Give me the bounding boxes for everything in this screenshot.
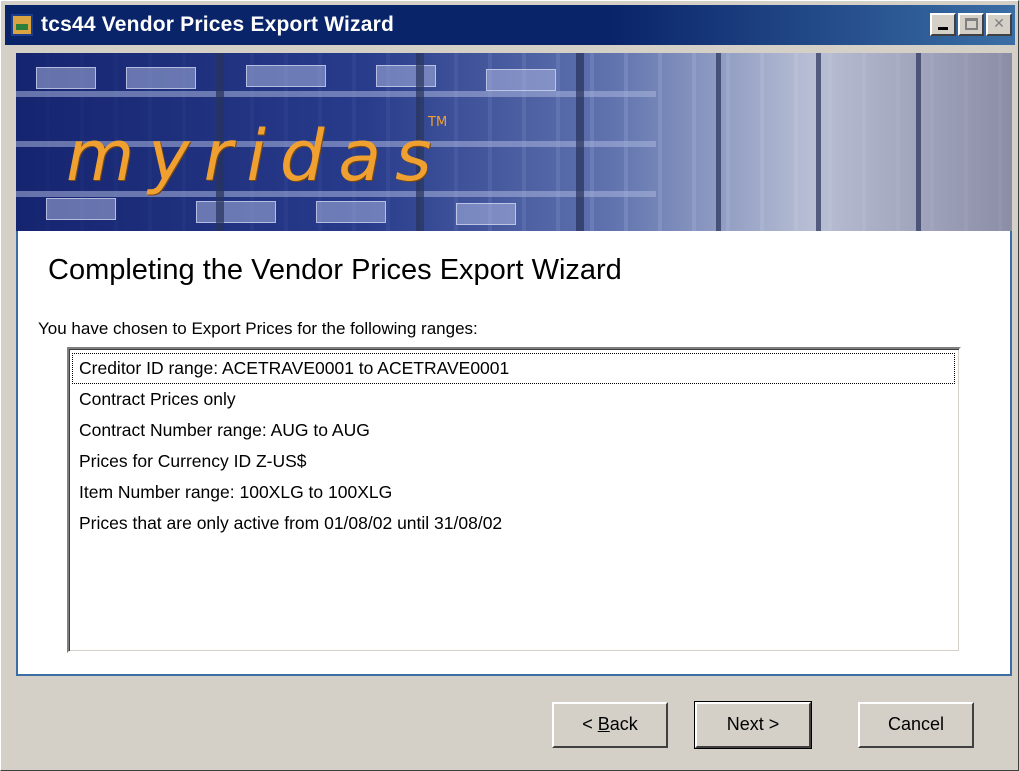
close-icon: ✕ [993, 16, 1005, 32]
banner-bin [456, 203, 516, 225]
maximize-icon [965, 18, 978, 30]
banner-bin [376, 65, 436, 87]
wizard-content-panel: Completing the Vendor Prices Export Wiza… [16, 231, 1012, 676]
page-title: Completing the Vendor Prices Export Wiza… [48, 254, 622, 286]
title-bar[interactable]: tcs44 Vendor Prices Export Wizard ✕ [5, 5, 1015, 45]
summary-list-item[interactable]: Contract Number range: AUG to AUG [72, 415, 955, 446]
cancel-button[interactable]: Cancel [858, 702, 974, 748]
banner-shelf [16, 91, 656, 97]
banner-image: myridas TM [16, 53, 1012, 231]
summary-list-item[interactable]: Contract Prices only [72, 384, 955, 415]
banner-bin [316, 201, 386, 223]
banner-rack [816, 53, 821, 231]
back-button-rest: ack [609, 714, 638, 734]
banner-bin [36, 67, 96, 89]
banner-rack [716, 53, 721, 231]
summary-listbox[interactable]: Creditor ID range: ACETRAVE0001 to ACETR… [67, 347, 961, 653]
back-button-prefix: < [582, 714, 598, 734]
minimize-button[interactable] [930, 13, 956, 36]
summary-intro-text: You have chosen to Export Prices for the… [38, 319, 478, 338]
close-button: ✕ [986, 13, 1012, 36]
banner-bin [126, 67, 196, 89]
myridas-logo: myridas [66, 115, 446, 197]
trademark-mark: TM [428, 115, 448, 130]
banner-rack [576, 53, 584, 231]
summary-list-item[interactable]: Creditor ID range: ACETRAVE0001 to ACETR… [72, 353, 955, 384]
wizard-window: tcs44 Vendor Prices Export Wizard ✕ myri… [0, 0, 1019, 771]
back-button-mnemonic: B [597, 714, 610, 734]
banner-rack [916, 53, 921, 231]
window-title: tcs44 Vendor Prices Export Wizard [41, 13, 395, 36]
summary-list-item[interactable]: Item Number range: 100XLG to 100XLG [72, 477, 955, 508]
banner-bin [196, 201, 276, 223]
summary-list-item[interactable]: Prices that are only active from 01/08/0… [72, 508, 955, 539]
next-button[interactable]: Next > [694, 701, 812, 749]
maximize-button [958, 13, 984, 36]
summary-list-item[interactable]: Prices for Currency ID Z-US$ [72, 446, 955, 477]
banner-bin [246, 65, 326, 87]
back-button[interactable]: < Back [552, 702, 668, 748]
summary-list: Creditor ID range: ACETRAVE0001 to ACETR… [69, 349, 959, 539]
minimize-icon [938, 27, 948, 30]
banner-bin [46, 198, 116, 220]
banner-bin [486, 69, 556, 91]
app-icon[interactable] [11, 14, 33, 36]
